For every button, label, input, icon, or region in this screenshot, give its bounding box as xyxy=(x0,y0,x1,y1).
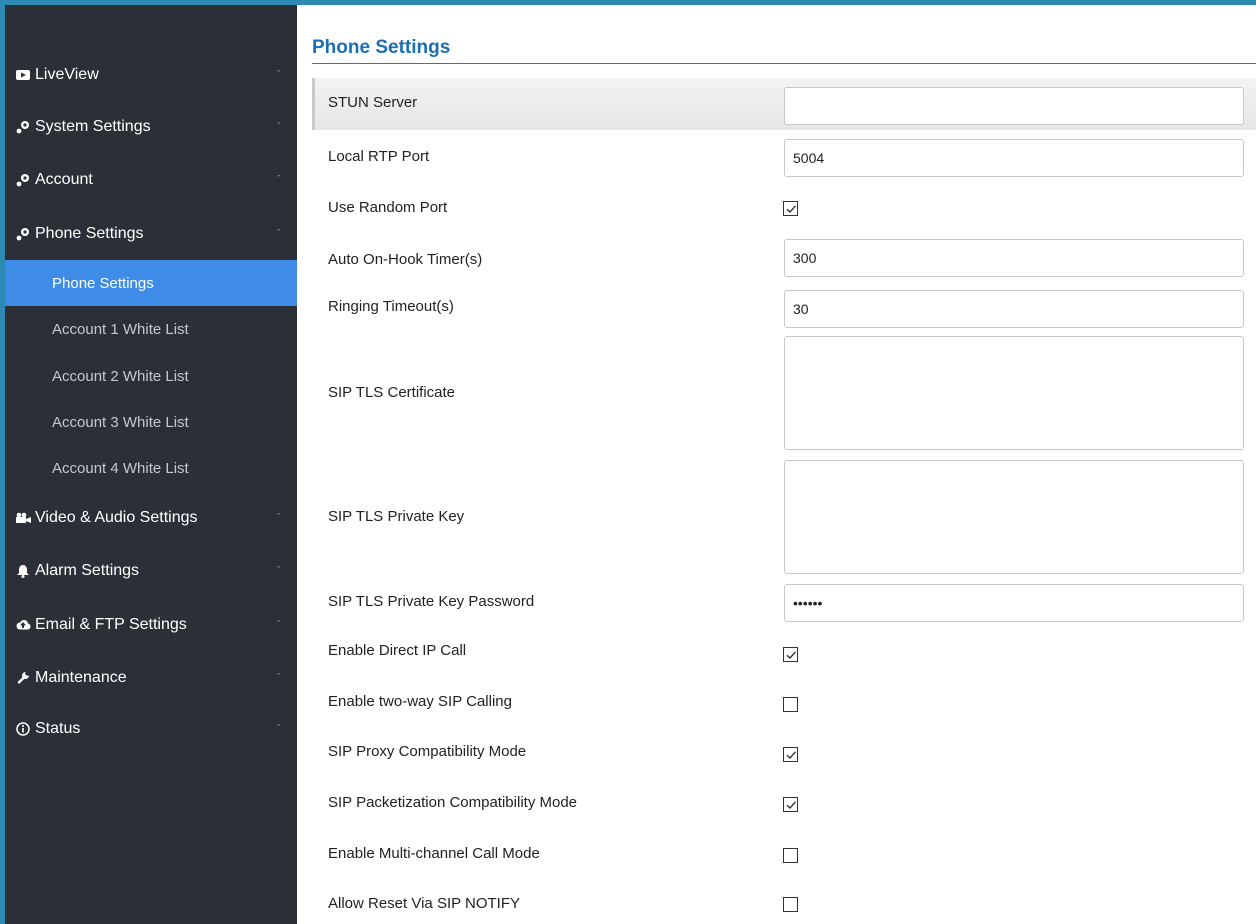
enable-two-way-sip-calling-checkbox[interactable] xyxy=(783,697,798,712)
stun-server-input[interactable] xyxy=(784,87,1244,125)
sip-packetization-compatibility-mode-label: SIP Packetization Compatibility Mode xyxy=(328,794,578,811)
stun-server-label: STUN Server xyxy=(328,94,418,111)
submenu-account-4-white-list-label: Account 4 White List xyxy=(52,459,189,477)
menu-email-ftp-settings-label: Email & FTP Settings xyxy=(35,616,187,633)
submenu-account-1-white-list-label: Account 1 White List xyxy=(52,320,189,338)
wrench-icon xyxy=(13,671,33,685)
submenu-account-4-white-list[interactable]: Account 4 White List xyxy=(5,445,297,491)
local-rtp-port-input[interactable] xyxy=(784,139,1244,177)
checkmark-icon xyxy=(786,800,796,809)
chevron-down-icon: ˇ xyxy=(277,512,281,524)
menu-maintenance[interactable]: Maintenance ˇ xyxy=(5,654,297,702)
sip-tls-private-key-label: SIP TLS Private Key xyxy=(328,508,465,525)
sidebar: LiveView ˇ System Settings ˇ Account ˆ P… xyxy=(5,5,297,924)
settings-icon xyxy=(13,120,33,134)
chevron-down-icon: ˇ xyxy=(277,121,281,133)
checkmark-icon xyxy=(786,204,796,213)
chevron-up-icon: ˆ xyxy=(277,228,281,240)
enable-two-way-sip-calling-label: Enable two-way SIP Calling xyxy=(328,693,512,710)
cloud-icon xyxy=(13,619,33,631)
sip-tls-private-key-textarea[interactable] xyxy=(784,460,1244,574)
chevron-down-icon: ˇ xyxy=(277,619,281,631)
local-rtp-port-label: Local RTP Port xyxy=(328,148,430,165)
submenu-phone-settings[interactable]: Phone Settings xyxy=(5,260,297,306)
menu-system-settings[interactable]: System Settings ˇ xyxy=(5,103,297,151)
menu-maintenance-label: Maintenance xyxy=(35,669,127,686)
submenu-account-2-white-list-label: Account 2 White List xyxy=(52,367,189,385)
menu-account-label: Account xyxy=(35,171,93,188)
menu-system-settings-label: System Settings xyxy=(35,118,151,135)
menu-status-label: Status xyxy=(35,720,81,737)
sip-proxy-compatibility-mode-label: SIP Proxy Compatibility Mode xyxy=(328,743,527,760)
auto-on-hook-timer-label: Auto On-Hook Timer(s) xyxy=(328,251,483,268)
submenu-account-3-white-list[interactable]: Account 3 White List xyxy=(5,399,297,445)
use-random-port-label: Use Random Port xyxy=(328,199,448,216)
checkmark-icon xyxy=(786,650,796,659)
submenu-account-1-white-list[interactable]: Account 1 White List xyxy=(5,306,297,352)
menu-phone-settings[interactable]: Phone Settings ˆ xyxy=(5,210,297,258)
menu-liveview-label: LiveView xyxy=(35,66,99,83)
sip-tls-certificate-textarea[interactable] xyxy=(784,336,1244,450)
ringing-timeout-input[interactable] xyxy=(784,290,1244,328)
use-random-port-checkbox[interactable] xyxy=(783,201,798,216)
settings-icon xyxy=(13,227,33,241)
menu-status[interactable]: Status ˇ xyxy=(5,705,297,753)
sip-tls-private-key-password-label: SIP TLS Private Key Password xyxy=(328,593,535,610)
menu-video-audio-settings[interactable]: Video & Audio Settings ˇ xyxy=(5,494,297,542)
submenu-account-3-white-list-label: Account 3 White List xyxy=(52,413,189,431)
submenu-account-2-white-list[interactable]: Account 2 White List xyxy=(5,353,297,399)
bell-icon xyxy=(13,564,33,578)
menu-liveview[interactable]: LiveView ˇ xyxy=(5,51,297,99)
auto-on-hook-timer-input[interactable] xyxy=(784,239,1244,277)
enable-direct-ip-call-checkbox[interactable] xyxy=(783,647,798,662)
chevron-up-icon: ˆ xyxy=(277,174,281,186)
chevron-down-icon: ˇ xyxy=(277,565,281,577)
menu-account[interactable]: Account ˆ xyxy=(5,156,297,204)
ringing-timeout-label: Ringing Timeout(s) xyxy=(328,298,454,315)
chevron-down-icon: ˇ xyxy=(277,69,281,81)
page-title: Phone Settings xyxy=(312,37,451,58)
sip-tls-private-key-password-input[interactable] xyxy=(784,584,1244,622)
camera-icon xyxy=(13,512,33,524)
chevron-down-icon: ˇ xyxy=(277,672,281,684)
menu-email-ftp-settings[interactable]: Email & FTP Settings ˇ xyxy=(5,601,297,649)
settings-icon xyxy=(13,173,33,187)
enable-direct-ip-call-label: Enable Direct IP Call xyxy=(328,642,467,659)
allow-reset-via-sip-notify-label: Allow Reset Via SIP NOTIFY xyxy=(328,895,521,912)
enable-multi-channel-call-mode-checkbox[interactable] xyxy=(783,848,798,863)
checkmark-icon xyxy=(786,750,796,759)
enable-multi-channel-call-mode-label: Enable Multi-channel Call Mode xyxy=(328,845,540,862)
chevron-down-icon: ˇ xyxy=(277,723,281,735)
allow-reset-via-sip-notify-checkbox[interactable] xyxy=(783,897,798,912)
video-icon xyxy=(13,69,33,81)
sip-tls-certificate-label: SIP TLS Certificate xyxy=(328,384,456,401)
title-divider xyxy=(312,63,1256,64)
menu-video-audio-settings-label: Video & Audio Settings xyxy=(35,509,198,526)
info-icon xyxy=(13,722,33,736)
menu-alarm-settings[interactable]: Alarm Settings ˇ xyxy=(5,547,297,595)
sip-packetization-compatibility-mode-checkbox[interactable] xyxy=(783,797,798,812)
submenu-phone-settings-label: Phone Settings xyxy=(52,274,154,292)
menu-alarm-settings-label: Alarm Settings xyxy=(35,562,140,579)
sip-proxy-compatibility-mode-checkbox[interactable] xyxy=(783,747,798,762)
menu-phone-settings-label: Phone Settings xyxy=(35,225,144,242)
